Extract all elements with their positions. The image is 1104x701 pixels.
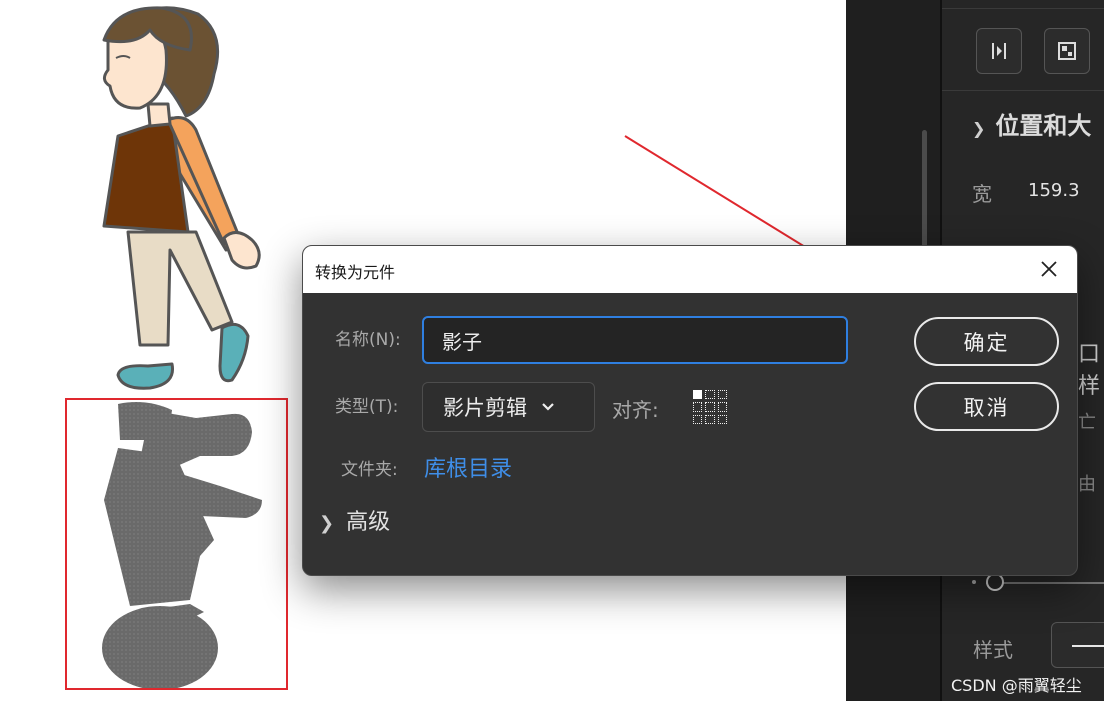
distribute-button[interactable] [1044,28,1090,74]
chevron-down-icon: ❯ [972,119,986,138]
folder-link[interactable]: 库根目录 [424,451,512,483]
registration-cell[interactable] [693,402,703,412]
convert-to-symbol-dialog: 转换为元件 名称(N): 类型(T): 影片剪辑 对齐: 文件夹: 库根目录 ❯… [302,245,1078,576]
style-label: 样式 [973,638,1013,662]
cancel-button[interactable]: 取消 [914,382,1059,431]
align-label: 对齐: [612,398,659,422]
partial-panel-label: 口样 [1078,342,1101,399]
registration-cell[interactable] [705,402,715,412]
registration-cell[interactable] [717,402,727,412]
walking-girl-figure [102,6,261,390]
advanced-toggle[interactable]: ❯ 高级 [319,504,390,536]
registration-point-grid[interactable] [693,390,727,424]
grid-squares-icon [1058,42,1076,60]
dialog-title: 转换为元件 [315,263,396,282]
width-field[interactable]: 159.3 [1028,180,1080,201]
width-label: 宽 [972,182,992,206]
registration-cell[interactable] [693,414,703,424]
advanced-label: 高级 [346,510,391,535]
panel-separator [942,8,1104,9]
shadow-selection-box [65,398,288,690]
slider-min-marker [972,580,976,584]
chevron-down-icon [542,403,554,411]
section-title: 位置和大 [995,112,1092,140]
type-value: 影片剪辑 [443,396,527,420]
name-label: 名称(N): [335,330,401,350]
align-edge-icon [992,43,1006,59]
type-label: 类型(T): [335,397,399,417]
ok-button[interactable]: 确定 [914,317,1059,366]
position-size-section-header[interactable]: ❯ 位置和大 [972,106,1091,141]
registration-cell[interactable] [717,414,727,424]
close-icon [1041,261,1057,277]
symbol-type-select[interactable]: 影片剪辑 [422,382,595,432]
close-button[interactable] [1035,255,1063,283]
panel-separator [942,90,1104,91]
folder-label: 文件夹: [341,460,398,480]
partial-panel-label: 亡 [1078,412,1096,433]
stroke-style-select[interactable] [1051,622,1104,668]
symbol-name-input[interactable] [422,316,848,364]
partial-panel-label: 由 [1078,474,1096,495]
registration-cell[interactable] [717,390,727,400]
chevron-right-icon: ❯ [319,513,335,534]
dialog-titlebar[interactable]: 转换为元件 [303,246,1077,293]
watermark: CSDN @雨翼轻尘 [951,676,1082,695]
registration-cell[interactable] [705,390,715,400]
align-left-edge-button[interactable] [976,28,1022,74]
registration-cell-top-left[interactable] [693,390,703,400]
registration-cell[interactable] [705,414,715,424]
